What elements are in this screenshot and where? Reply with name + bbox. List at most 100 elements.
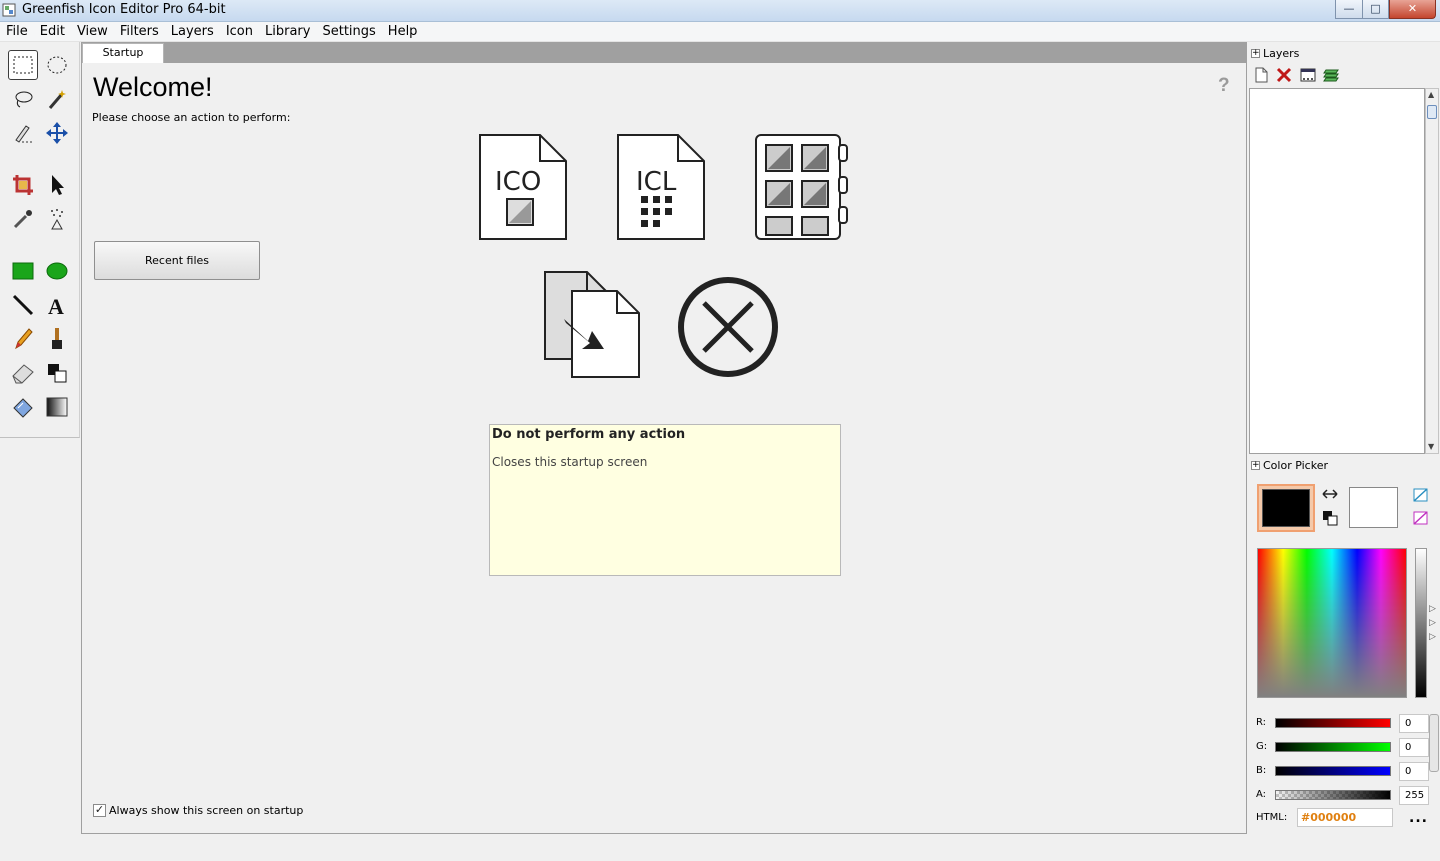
cancel-circle-icon xyxy=(678,277,778,377)
page-subtitle: Please choose an action to perform: xyxy=(92,111,291,124)
menu-filters[interactable]: Filters xyxy=(114,22,165,41)
always-show-checkbox[interactable]: ✓ xyxy=(93,804,106,817)
channel-grip[interactable] xyxy=(1429,714,1439,772)
layers-panel-header[interactable]: + Layers xyxy=(1251,47,1299,60)
minimize-button[interactable]: — xyxy=(1335,0,1363,19)
blue-value[interactable]: 0 xyxy=(1399,762,1429,781)
crop-icon[interactable] xyxy=(8,170,38,200)
new-layer-icon[interactable] xyxy=(1252,66,1270,84)
red-slider[interactable] xyxy=(1275,718,1391,728)
layer-properties-icon[interactable] xyxy=(1299,66,1317,84)
html-label: HTML: xyxy=(1256,812,1288,823)
slider-arrows-icon: ▷ ▷ ▷ xyxy=(1429,604,1436,642)
fill-icon[interactable] xyxy=(8,392,38,422)
description-text: Closes this startup screen xyxy=(492,455,648,469)
title-bar: Greenfish Icon Editor Pro 64-bit — □ ✕ xyxy=(0,0,1440,22)
ellipse-select-icon[interactable] xyxy=(42,50,72,80)
pencil-icon[interactable] xyxy=(8,324,38,354)
document-tab-strip xyxy=(81,42,1247,63)
color-picker-header[interactable]: + Color Picker xyxy=(1251,459,1328,472)
always-show-label: Always show this screen on startup xyxy=(109,804,304,817)
tab-startup-screen[interactable]: Startup screen xyxy=(82,43,164,77)
pen-select-icon[interactable] xyxy=(8,118,38,148)
color-picker-title: Color Picker xyxy=(1263,459,1328,472)
menu-help[interactable]: Help xyxy=(382,22,424,41)
more-options-button[interactable]: ... xyxy=(1409,810,1428,826)
blue-slider[interactable] xyxy=(1275,766,1391,776)
svg-text:?: ? xyxy=(1218,75,1230,95)
secondary-color-swatch[interactable] xyxy=(1349,487,1398,528)
move-icon[interactable] xyxy=(42,118,72,148)
lightness-slider[interactable] xyxy=(1415,548,1427,698)
layers-scrollbar[interactable]: ▲ ▼ xyxy=(1425,88,1439,454)
reset-colors-icon[interactable] xyxy=(1322,510,1338,526)
rectangle-icon[interactable] xyxy=(8,256,38,286)
recent-files-button[interactable]: Recent files xyxy=(94,241,260,280)
new-ico-action[interactable]: ICO xyxy=(478,133,568,244)
expand-icon: + xyxy=(1251,48,1260,58)
library-icon xyxy=(755,134,848,240)
layers-list[interactable] xyxy=(1249,88,1425,454)
alpha-value[interactable]: 255 xyxy=(1399,786,1429,805)
ellipse-icon[interactable] xyxy=(42,256,72,286)
html-color-input[interactable]: #000000 xyxy=(1297,808,1393,827)
rect-select-icon[interactable] xyxy=(8,50,38,80)
layers-panel-title: Layers xyxy=(1263,47,1300,60)
green-slider[interactable] xyxy=(1275,742,1391,752)
alpha-slider[interactable] xyxy=(1275,790,1391,800)
ico-file-icon: ICO xyxy=(479,134,567,240)
icl-file-icon: ICL xyxy=(617,134,705,240)
transparent-color-icon[interactable] xyxy=(1413,488,1429,502)
ico-label: ICO xyxy=(495,167,541,197)
window-title: Greenfish Icon Editor Pro 64-bit xyxy=(22,2,226,17)
menu-file[interactable]: File xyxy=(0,22,34,41)
right-dock: + Layers ▲ ▼ + Color Picker ▷ ▷ ▷ R: 0 G: … xyxy=(1247,42,1440,861)
delete-layer-icon[interactable] xyxy=(1275,66,1293,84)
import-file-icon xyxy=(544,271,640,378)
color-replace-icon[interactable] xyxy=(42,358,72,388)
app-icon xyxy=(2,3,16,17)
green-value[interactable]: 0 xyxy=(1399,738,1429,757)
no-action-button[interactable] xyxy=(676,275,780,382)
always-show-row[interactable]: ✓ Always show this screen on startup xyxy=(93,804,303,817)
eyedropper-icon[interactable] xyxy=(8,204,38,234)
menu-settings[interactable]: Settings xyxy=(316,22,381,41)
close-button[interactable]: ✕ xyxy=(1389,0,1436,19)
text-icon[interactable]: A xyxy=(42,290,72,320)
toolbox: A xyxy=(0,42,80,438)
icon-library-action[interactable] xyxy=(754,133,850,244)
primary-color-swatch[interactable] xyxy=(1257,484,1315,532)
menu-layers[interactable]: Layers xyxy=(165,22,220,41)
help-icon[interactable]: ? xyxy=(1213,73,1235,95)
color-spectrum[interactable] xyxy=(1257,548,1407,698)
page-title: Welcome! xyxy=(93,72,213,102)
new-icl-action[interactable]: ICL xyxy=(616,133,706,244)
red-value[interactable]: 0 xyxy=(1399,714,1429,733)
merge-layers-icon[interactable] xyxy=(1323,66,1341,84)
menu-library[interactable]: Library xyxy=(259,22,316,41)
line-icon[interactable] xyxy=(8,290,38,320)
menu-icon[interactable]: Icon xyxy=(220,22,259,41)
pointer-icon[interactable] xyxy=(42,170,72,200)
icl-label: ICL xyxy=(636,167,677,197)
description-title: Do not perform any action xyxy=(492,427,686,442)
magic-wand-icon[interactable] xyxy=(42,84,72,114)
menu-bar: File Edit View Filters Layers Icon Library Sett… xyxy=(0,22,1440,42)
action-description: Do not perform any action Closes this st… xyxy=(489,424,841,576)
gradient-icon[interactable] xyxy=(42,392,72,422)
swap-colors-icon[interactable] xyxy=(1322,488,1338,500)
maximize-button[interactable]: □ xyxy=(1362,0,1389,19)
svg-text:A: A xyxy=(48,294,64,318)
blue-label: B: xyxy=(1256,765,1267,776)
lasso-icon[interactable] xyxy=(8,84,38,114)
spray-icon[interactable] xyxy=(42,204,72,234)
alpha-label: A: xyxy=(1256,789,1267,800)
eraser-icon[interactable] xyxy=(8,358,38,388)
inverted-color-icon[interactable] xyxy=(1413,511,1429,525)
startup-screen: Welcome! Please choose an action to perf… xyxy=(81,63,1247,834)
menu-view[interactable]: View xyxy=(71,22,114,41)
menu-edit[interactable]: Edit xyxy=(34,22,71,41)
expand-icon: + xyxy=(1251,460,1260,470)
import-action[interactable] xyxy=(542,269,642,384)
brush-icon[interactable] xyxy=(42,324,72,354)
